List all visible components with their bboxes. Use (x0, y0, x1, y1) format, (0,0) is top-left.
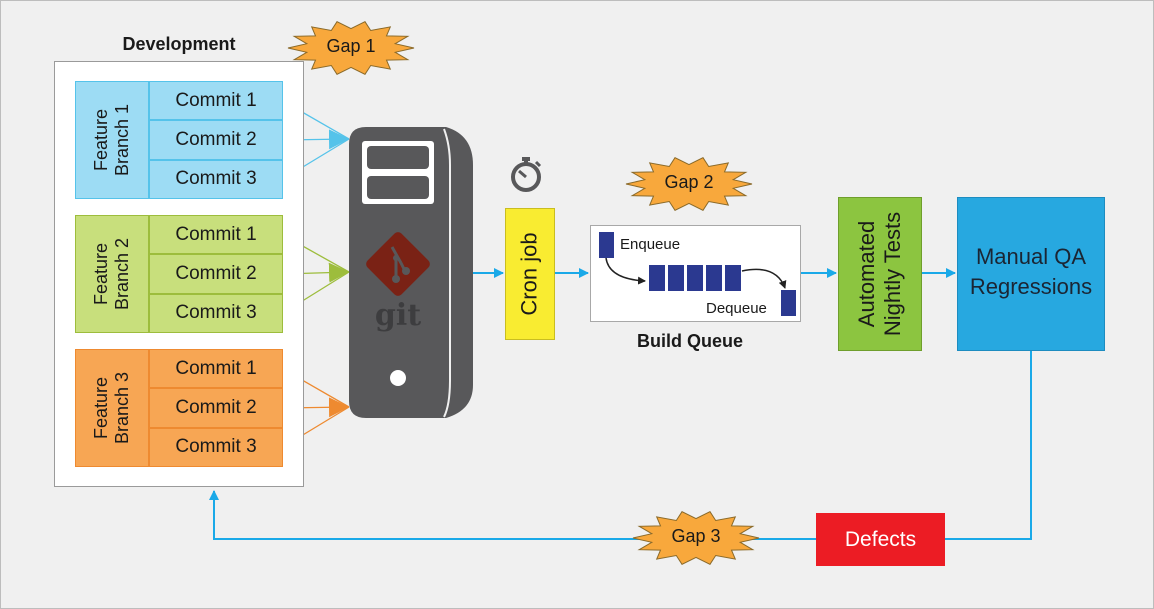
commit-2[interactable]: Commit 2 (149, 120, 283, 160)
commit-1[interactable]: Commit 1 (149, 349, 283, 389)
build-queue-title: Build Queue (636, 331, 743, 351)
branch-label-box: Feature Branch 2 (75, 215, 149, 333)
enqueue-label: Enqueue (620, 236, 681, 253)
commit-3[interactable]: Commit 3 (149, 159, 283, 199)
branch-label: Feature Branch 3 (91, 371, 133, 445)
git-server-icon: git (349, 127, 473, 418)
commit-3[interactable]: Commit 3 (149, 293, 283, 333)
gap-3-label: Gap 3 (671, 526, 721, 546)
commit-3[interactable]: Commit 3 (149, 427, 283, 467)
defects-box[interactable]: Defects (816, 513, 945, 566)
ci-pipeline-diagram: Development Feature Branch 1 Commit 1 Comm… (0, 0, 1154, 609)
dequeue-item (781, 290, 796, 316)
feature-branch-3[interactable]: Feature Branch 3 Commit 1 Commit 2 Commit 3 (75, 349, 283, 467)
gap-1-badge: Gap 1 (286, 20, 416, 76)
manual-qa-label: Manual QA Regressions (969, 244, 1093, 299)
gap-3-badge: Gap 3 (631, 510, 761, 566)
feedback-line-qa-defects (945, 351, 1032, 540)
cron-job-label: Cron job (517, 232, 542, 316)
automated-nightly-tests-box[interactable]: Automated Nightly Tests (838, 197, 922, 351)
enqueue-item (599, 232, 614, 258)
automated-nightly-tests-label: Automated Nightly Tests (854, 211, 905, 337)
cron-job-box[interactable]: Cron job (505, 208, 555, 340)
git-logo-text: git (375, 298, 421, 333)
branch-label-box: Feature Branch 1 (75, 81, 149, 199)
branch-label: Feature Branch 2 (91, 237, 133, 311)
manual-qa-box[interactable]: Manual QA Regressions (957, 197, 1105, 351)
stopwatch-icon (511, 157, 542, 192)
queue-item (706, 265, 722, 291)
branch-label-box: Feature Branch 3 (75, 349, 149, 467)
queue-item (649, 265, 665, 291)
commit-1[interactable]: Commit 1 (149, 215, 283, 255)
build-queue-box[interactable]: Enqueue Dequeue (590, 225, 801, 322)
gap-2-label: Gap 2 (664, 172, 714, 192)
branch-label: Feature Branch 1 (91, 103, 133, 177)
queue-item (725, 265, 741, 291)
queue-item (687, 265, 703, 291)
gap-2-badge: Gap 2 (624, 156, 754, 212)
commit-2[interactable]: Commit 2 (149, 388, 283, 428)
queue-item (668, 265, 684, 291)
development-title: Development (122, 34, 236, 54)
gap-1-label: Gap 1 (326, 36, 376, 56)
feature-branch-2[interactable]: Feature Branch 2 Commit 1 Commit 2 Commit 3 (75, 215, 283, 333)
feature-branch-1[interactable]: Feature Branch 1 Commit 1 Commit 2 Commit 3 (75, 81, 283, 199)
defects-label: Defects (844, 527, 917, 551)
commit-1[interactable]: Commit 1 (149, 81, 283, 121)
dequeue-label: Dequeue (706, 300, 767, 317)
commit-2[interactable]: Commit 2 (149, 254, 283, 294)
